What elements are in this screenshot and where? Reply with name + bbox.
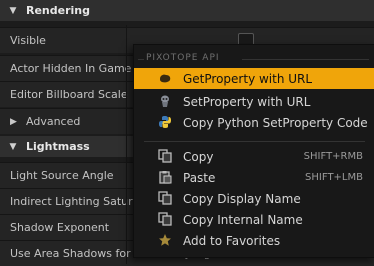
expand-arrow-icon[interactable]: ▶ [10, 117, 17, 127]
menu-item-label: Copy Internal Name [183, 212, 303, 227]
menu-item-label: Add to Favorites [183, 233, 281, 248]
copy-icon [158, 191, 172, 205]
python-icon [159, 116, 171, 128]
shortcut-label: SHIFT+RMB [303, 151, 363, 162]
menu-item-copy-python[interactable]: Copy Python SetProperty Code [134, 112, 374, 133]
column-splitter[interactable] [126, 25, 127, 264]
shortcut-label: SHIFT+LMB [305, 172, 363, 183]
paste-icon [159, 171, 172, 184]
context-menu: PIXOTOPE API GetProperty with URL SetPro… [133, 44, 374, 258]
property-label: Editor Billboard Scale [10, 88, 128, 101]
menu-item-copy[interactable]: Copy SHIFT+RMB [134, 146, 374, 167]
property-label: Visible [10, 34, 46, 47]
collapse-arrow-icon[interactable]: ▼ [0, 6, 26, 16]
category-rendering[interactable]: ▼ Rendering [0, 0, 374, 21]
menu-item-label: Copy Python SetProperty Code [183, 115, 368, 130]
menu-item-label: SetProperty with URL [183, 94, 311, 109]
pixotope-get-icon [160, 74, 171, 83]
menu-item-copy-internal-name[interactable]: Copy Internal Name [134, 209, 374, 230]
property-label: Light Source Angle [10, 169, 114, 182]
property-label: Actor Hidden In Game [10, 62, 132, 75]
menu-item-label: Copy [183, 149, 214, 164]
menu-item-label: GetProperty with URL [183, 71, 313, 86]
menu-item-add-favorites[interactable]: Add to Favorites [134, 230, 374, 251]
copy-icon [158, 149, 172, 163]
divider [242, 59, 369, 60]
property-label: Shadow Exponent [10, 221, 110, 234]
star-icon [159, 234, 171, 246]
copy-icon [158, 212, 172, 226]
property-label: Advanced [26, 115, 81, 128]
category-title: Lightmass [26, 140, 90, 153]
divider [144, 141, 365, 142]
menu-item-getproperty-url[interactable]: GetProperty with URL [134, 68, 374, 89]
divider [138, 59, 144, 60]
pixotope-set-icon [161, 95, 169, 107]
menu-item-label: Copy Display Name [183, 191, 301, 206]
menu-section-title: PIXOTOPE API [146, 53, 220, 63]
category-title: Rendering [26, 4, 90, 17]
menu-item-setproperty-url[interactable]: SetProperty with URL [134, 91, 374, 112]
menu-item-label: Paste [183, 170, 216, 185]
menu-item-paste[interactable]: Paste SHIFT+LMB [134, 167, 374, 188]
menu-item-copy-display-name[interactable]: Copy Display Name [134, 188, 374, 209]
collapse-arrow-icon[interactable]: ▼ [0, 142, 26, 152]
